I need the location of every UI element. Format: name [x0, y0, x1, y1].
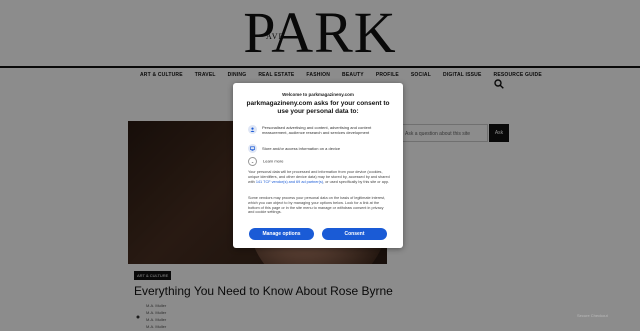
legitimate-interest-text: Some vendors may process your personal d…: [248, 196, 386, 215]
consent-purpose-text: Store and/or access information on a dev…: [262, 146, 341, 151]
consent-purpose-personalised-ads: Personalised advertising and content, ad…: [248, 125, 393, 143]
device-icon: [248, 144, 257, 153]
vendors-link[interactable]: 141 TCF vendor(s) and 69 ad partner(s): [256, 180, 323, 184]
consent-purpose-store-access: Store and/or access information on a dev…: [248, 144, 393, 153]
consent-dialog: Welcome to parkmagazineny.com parkmagazi…: [233, 83, 403, 248]
consent-description-text: , or used specifically by this site or a…: [323, 179, 390, 184]
person-icon: [248, 125, 257, 134]
chevron-down-icon: ⌄: [248, 157, 257, 166]
manage-options-button[interactable]: Manage options: [249, 228, 314, 240]
consent-purpose-text: Personalised advertising and content, ad…: [262, 125, 372, 135]
learn-more-label: Learn more: [263, 158, 284, 164]
secure-badge: Secure Checkout: [577, 313, 608, 318]
consent-button[interactable]: Consent: [322, 228, 387, 240]
consent-description: Your personal data will be processed and…: [248, 170, 390, 184]
consent-title: parkmagazineny.com asks for your consent…: [246, 100, 390, 115]
page: PARK AVE ART & CULTURE TRAVEL DINING REA…: [0, 0, 640, 331]
learn-more-toggle[interactable]: ⌄ Learn more: [248, 157, 283, 166]
consent-site-title: Welcome to parkmagazineny.com: [282, 92, 354, 97]
